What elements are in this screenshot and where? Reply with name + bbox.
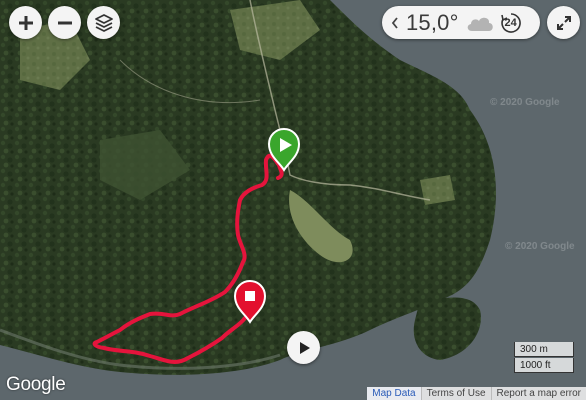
scale-imperial: 1000 ft xyxy=(514,358,574,373)
play-icon xyxy=(299,341,310,354)
map-data-link[interactable]: Map Data xyxy=(367,387,421,400)
chevron-left-icon[interactable] xyxy=(386,6,404,39)
google-logo: Google xyxy=(6,374,66,395)
minus-icon xyxy=(57,21,72,24)
cloud-icon xyxy=(465,13,495,33)
attribution-bar: Map Data Terms of Use Report a map error xyxy=(367,387,586,400)
terms-link[interactable]: Terms of Use xyxy=(420,387,491,400)
layers-icon xyxy=(94,13,113,32)
layers-button[interactable] xyxy=(87,6,120,39)
plus-icon xyxy=(18,15,33,30)
temperature: 15,0° xyxy=(406,10,459,35)
map-watermark: © 2020 Google xyxy=(505,241,575,252)
forecast-hours-label: 24 xyxy=(504,16,517,29)
expand-icon xyxy=(556,15,571,30)
zoom-in-button[interactable] xyxy=(9,6,42,39)
scale-metric: 300 m xyxy=(514,342,574,357)
weather-widget[interactable]: 15,0° 24 xyxy=(382,6,540,39)
fullscreen-button[interactable] xyxy=(547,6,580,39)
map-scale: 300 m 1000 ft xyxy=(514,342,574,373)
report-error-link[interactable]: Report a map error xyxy=(490,387,586,400)
field-area xyxy=(420,175,455,205)
zoom-out-button[interactable] xyxy=(48,6,81,39)
map-watermark: © 2020 Google xyxy=(490,97,560,108)
forecast-hours[interactable]: 24 xyxy=(500,12,522,34)
play-track-button[interactable] xyxy=(287,331,320,364)
stop-icon xyxy=(245,291,255,301)
